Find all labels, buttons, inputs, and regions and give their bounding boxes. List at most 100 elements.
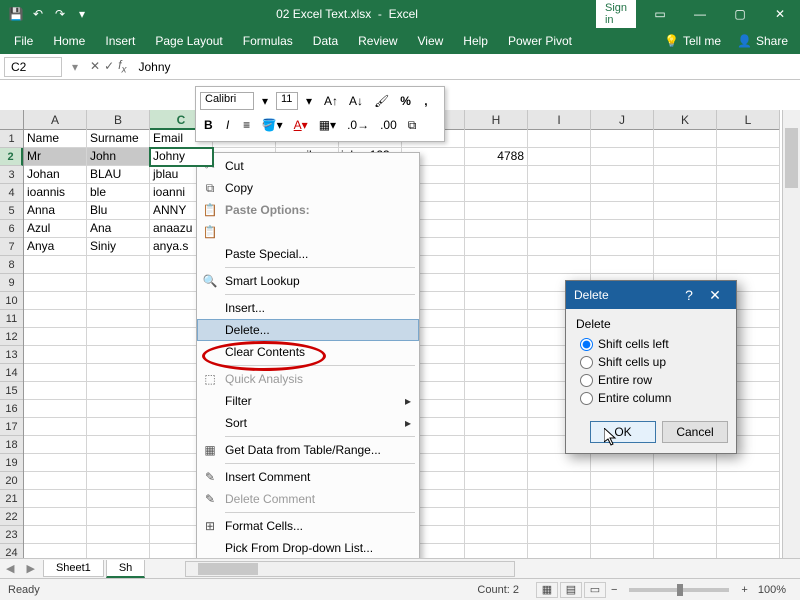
row-header[interactable]: 5 [0,202,23,220]
cell[interactable] [717,454,780,472]
tab-home[interactable]: Home [43,30,95,52]
cell[interactable] [465,472,528,490]
dialog-close-icon[interactable]: ✕ [702,287,728,304]
fill-color-icon[interactable]: 🪣▾ [258,115,287,135]
cell[interactable] [528,544,591,558]
cell[interactable] [591,526,654,544]
cell[interactable] [528,130,591,148]
cell[interactable] [591,508,654,526]
cell[interactable]: Azul [24,220,87,238]
cell[interactable] [87,364,150,382]
italic-icon[interactable]: I [220,115,236,135]
cell[interactable] [528,454,591,472]
cell[interactable]: Johny [150,148,213,166]
tab-formulas[interactable]: Formulas [233,30,303,52]
dialog-titlebar[interactable]: Delete ? ✕ [566,281,736,309]
cell[interactable] [591,544,654,558]
cell[interactable] [654,544,717,558]
cell[interactable] [24,544,87,558]
cell[interactable] [654,454,717,472]
select-all-corner[interactable] [0,110,24,130]
tab-page-layout[interactable]: Page Layout [145,30,232,52]
cell[interactable]: Anna [24,202,87,220]
row-header[interactable]: 22 [0,508,23,526]
cell[interactable] [24,346,87,364]
save-icon[interactable]: 💾 [8,6,24,22]
cell[interactable] [528,490,591,508]
cell[interactable] [465,274,528,292]
tab-file[interactable]: File [4,30,43,52]
cell[interactable] [87,292,150,310]
cell[interactable] [717,148,780,166]
cell[interactable] [24,526,87,544]
cell[interactable] [654,472,717,490]
row-header[interactable]: 8 [0,256,23,274]
cell[interactable] [24,490,87,508]
cell[interactable] [24,472,87,490]
row-header[interactable]: 6 [0,220,23,238]
cell[interactable] [654,130,717,148]
cell[interactable] [465,202,528,220]
cell[interactable] [591,220,654,238]
cm-paste-special[interactable]: Paste Special... [197,243,419,265]
cell[interactable] [465,364,528,382]
cell[interactable] [528,508,591,526]
fontsize-select[interactable]: 11 [276,92,298,110]
qat-dropdown-icon[interactable]: ▾ [74,6,90,22]
cell[interactable] [465,544,528,558]
cell[interactable] [87,256,150,274]
cell[interactable] [654,202,717,220]
cm-paste-default[interactable]: 📋 [197,221,419,243]
cm-pick-list[interactable]: Pick From Drop-down List... [197,537,419,559]
cell[interactable] [87,400,150,418]
cell[interactable] [717,220,780,238]
radio-entire-column[interactable]: Entire column [576,389,726,407]
sheet-tab[interactable]: Sh [106,560,145,578]
column-header[interactable]: L [717,110,780,130]
name-box[interactable]: C2 [4,57,62,77]
view-pagebreak-icon[interactable]: ▭ [584,582,606,598]
horizontal-scrollbar[interactable] [185,561,515,577]
cell[interactable] [717,544,780,558]
cell[interactable] [465,310,528,328]
tab-insert[interactable]: Insert [95,30,145,52]
font-select[interactable]: Calibri [200,92,254,110]
cell[interactable] [465,130,528,148]
cell[interactable] [87,382,150,400]
cell[interactable]: Name [24,130,87,148]
tab-power-pivot[interactable]: Power Pivot [498,30,582,52]
cm-insert[interactable]: Insert... [197,297,419,319]
cell[interactable] [87,490,150,508]
cell[interactable] [87,472,150,490]
signin-button[interactable]: Sign in [596,0,636,28]
cell[interactable] [24,400,87,418]
decrease-decimal-icon[interactable]: .0→ [343,115,373,135]
cell[interactable] [654,238,717,256]
row-header[interactable]: 15 [0,382,23,400]
cell[interactable] [654,256,717,274]
row-header[interactable]: 16 [0,400,23,418]
cell[interactable] [528,202,591,220]
cell[interactable]: Johan [24,166,87,184]
cell[interactable] [717,508,780,526]
cell[interactable]: 4788 [465,148,528,166]
radio-shift-left[interactable]: Shift cells left [576,335,726,353]
cell[interactable] [717,238,780,256]
cell[interactable]: BLAU [87,166,150,184]
row-header[interactable]: 20 [0,472,23,490]
view-normal-icon[interactable]: ▦ [536,582,558,598]
format-painter-icon[interactable]: 🖌 [370,91,393,111]
dialog-help-icon[interactable]: ? [676,287,702,303]
tab-review[interactable]: Review [348,30,407,52]
cell[interactable] [24,436,87,454]
row-header[interactable]: 4 [0,184,23,202]
cell[interactable] [591,202,654,220]
cell[interactable] [528,220,591,238]
cell[interactable] [465,220,528,238]
sheet-nav-next-icon[interactable]: ▶ [20,562,40,575]
row-header[interactable]: 17 [0,418,23,436]
ok-button[interactable]: OK [590,421,656,443]
font-color-icon[interactable]: A▾ [290,115,312,135]
cell[interactable] [717,202,780,220]
cell[interactable]: Ana [87,220,150,238]
